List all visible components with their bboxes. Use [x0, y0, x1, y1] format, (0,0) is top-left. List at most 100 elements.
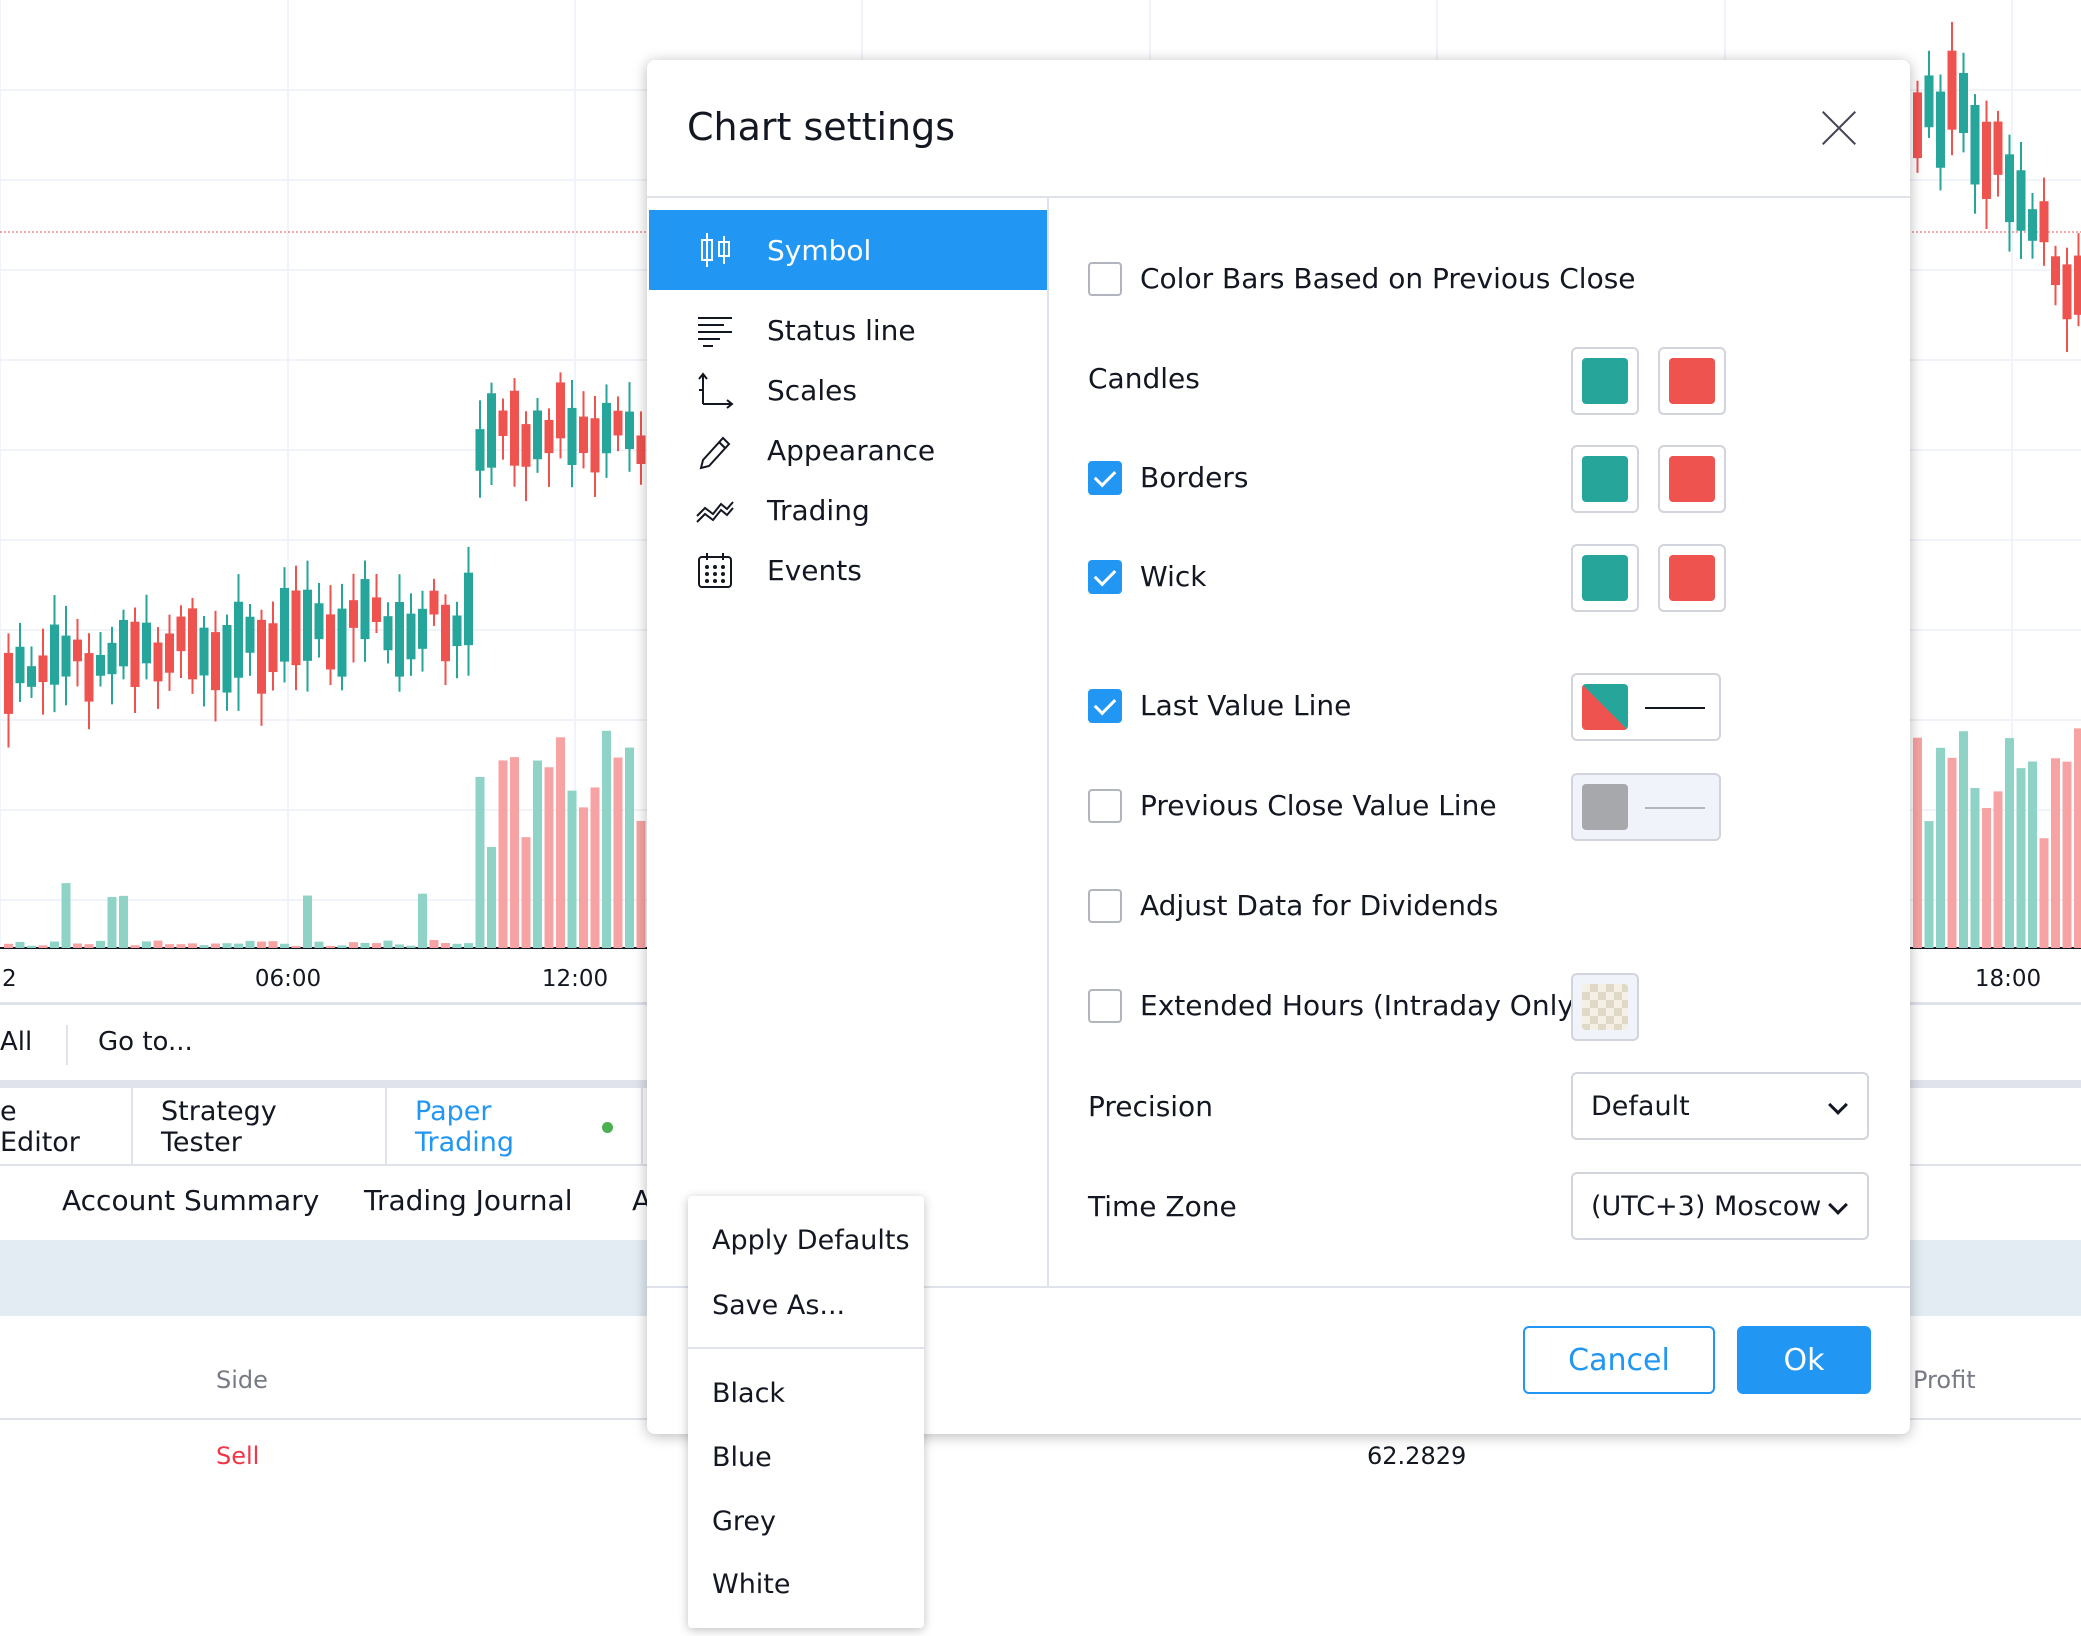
prev-close-line-checkbox[interactable] [1088, 789, 1122, 823]
menu-item-theme-white[interactable]: White [688, 1554, 924, 1614]
volume-bar [567, 790, 577, 948]
volume-bar [2074, 728, 2081, 948]
volume-bar [199, 945, 209, 948]
volume-bar [360, 942, 370, 948]
calendar-icon [693, 548, 737, 592]
row-value-cell: 62.2829 [1367, 1442, 1467, 1470]
color-bars-checkbox[interactable] [1088, 262, 1122, 296]
goto-button[interactable]: Go to... [98, 1027, 193, 1057]
menu-item-apply-defaults[interactable]: Apply Defaults [688, 1210, 924, 1270]
borders-checkbox[interactable] [1088, 461, 1122, 495]
timezone-select[interactable]: (UTC+3) Moscow [1571, 1172, 1869, 1240]
candles-up-color[interactable] [1571, 347, 1639, 415]
volume-bar [15, 941, 25, 948]
candle-body [2051, 256, 2060, 286]
prev-close-line-style[interactable] [1571, 773, 1721, 841]
volume-bar [1913, 737, 1922, 948]
borders-up-color[interactable] [1571, 445, 1639, 513]
candle-body [464, 572, 473, 646]
volume-bar [464, 943, 473, 948]
extended-hours-checkbox[interactable] [1088, 989, 1122, 1023]
adjust-dividends-checkbox[interactable] [1088, 889, 1122, 923]
volume-bar [2039, 838, 2049, 948]
tab-pine-editor[interactable]: e Editor [0, 1088, 133, 1166]
borders-down-color[interactable] [1658, 445, 1726, 513]
candle-body [475, 429, 485, 471]
candle-body [1924, 75, 1934, 128]
subtab-account-summary[interactable]: Account Summary [62, 1184, 319, 1217]
volume-bar [521, 837, 531, 948]
color-swatch [1582, 984, 1628, 1030]
close-icon[interactable] [1819, 108, 1859, 148]
volume-bar [257, 941, 266, 948]
nav-item-events[interactable]: Events [649, 530, 1047, 610]
column-header-side: Side [216, 1366, 268, 1394]
candle-body [165, 633, 174, 673]
volume-bar [245, 940, 255, 948]
cancel-button[interactable]: Cancel [1523, 1326, 1715, 1394]
wick-label: Wick [1140, 560, 1207, 593]
volume-bar [533, 760, 542, 948]
wick-checkbox[interactable] [1088, 560, 1122, 594]
candle-body [337, 608, 347, 677]
volume-bar [61, 883, 71, 948]
candle-body [383, 616, 393, 651]
candle-body [199, 627, 209, 676]
ok-button[interactable]: Ok [1737, 1326, 1871, 1394]
candle-body [556, 382, 565, 439]
candle-body [498, 410, 508, 436]
candle-body [96, 654, 105, 676]
volume-bar [2016, 768, 2026, 948]
tab-paper-trading[interactable]: Paper Trading [387, 1088, 643, 1166]
dialog-header-divider [647, 196, 1910, 198]
tab-strategy-tester[interactable]: Strategy Tester [133, 1088, 387, 1166]
menu-divider [688, 1347, 924, 1349]
volume-bar [337, 945, 347, 948]
candle-body [452, 615, 462, 647]
candle-body [2062, 264, 2072, 320]
wick-down-color[interactable] [1658, 544, 1726, 612]
candle-body [441, 604, 450, 662]
last-value-line-style[interactable] [1571, 673, 1721, 741]
column-header-profit: Profit [1913, 1366, 1976, 1394]
volume-bar [165, 944, 174, 948]
precision-label: Precision [1088, 1090, 1213, 1123]
candle-body [257, 619, 266, 694]
precision-select[interactable]: Default [1571, 1072, 1869, 1140]
menu-item-theme-black[interactable]: Black [688, 1363, 924, 1423]
menu-item-theme-grey[interactable]: Grey [688, 1491, 924, 1551]
candles-down-color[interactable] [1658, 347, 1726, 415]
color-swatch [1582, 784, 1628, 830]
volume-bar [280, 943, 289, 948]
candle-body [360, 579, 370, 640]
volume-bar [176, 944, 186, 948]
nav-item-symbol[interactable]: Symbol [649, 210, 1047, 290]
candle-body [1947, 50, 1957, 130]
candle-body [234, 601, 243, 678]
borders-label: Borders [1140, 461, 1249, 494]
volume-bar [142, 941, 151, 948]
volume-bar [50, 941, 59, 948]
menu-item-theme-blue[interactable]: Blue [688, 1427, 924, 1487]
candle-body [625, 411, 634, 450]
last-value-line-checkbox[interactable] [1088, 689, 1122, 723]
wick-up-color[interactable] [1571, 544, 1639, 612]
candle-body [372, 597, 381, 622]
menu-item-save-as[interactable]: Save As... [688, 1275, 924, 1335]
timezone-label: Time Zone [1088, 1190, 1237, 1223]
extended-hours-color[interactable] [1571, 973, 1639, 1041]
candle-body [280, 587, 289, 662]
volume-bar [27, 945, 36, 948]
range-all-button[interactable]: All [0, 1027, 32, 1057]
volume-bar [211, 943, 220, 948]
dialog-nav-divider [1047, 198, 1049, 1286]
candle-body [406, 613, 416, 660]
subtab-trading-journal[interactable]: Trading Journal [364, 1184, 572, 1217]
candle-body [2028, 209, 2037, 241]
row-side-cell: Sell [216, 1442, 260, 1470]
candle-body [15, 646, 25, 684]
color-bars-label: Color Bars Based on Previous Close [1140, 262, 1636, 295]
candle-body [602, 402, 611, 454]
candle-body [579, 416, 588, 454]
candle-body [636, 435, 646, 464]
